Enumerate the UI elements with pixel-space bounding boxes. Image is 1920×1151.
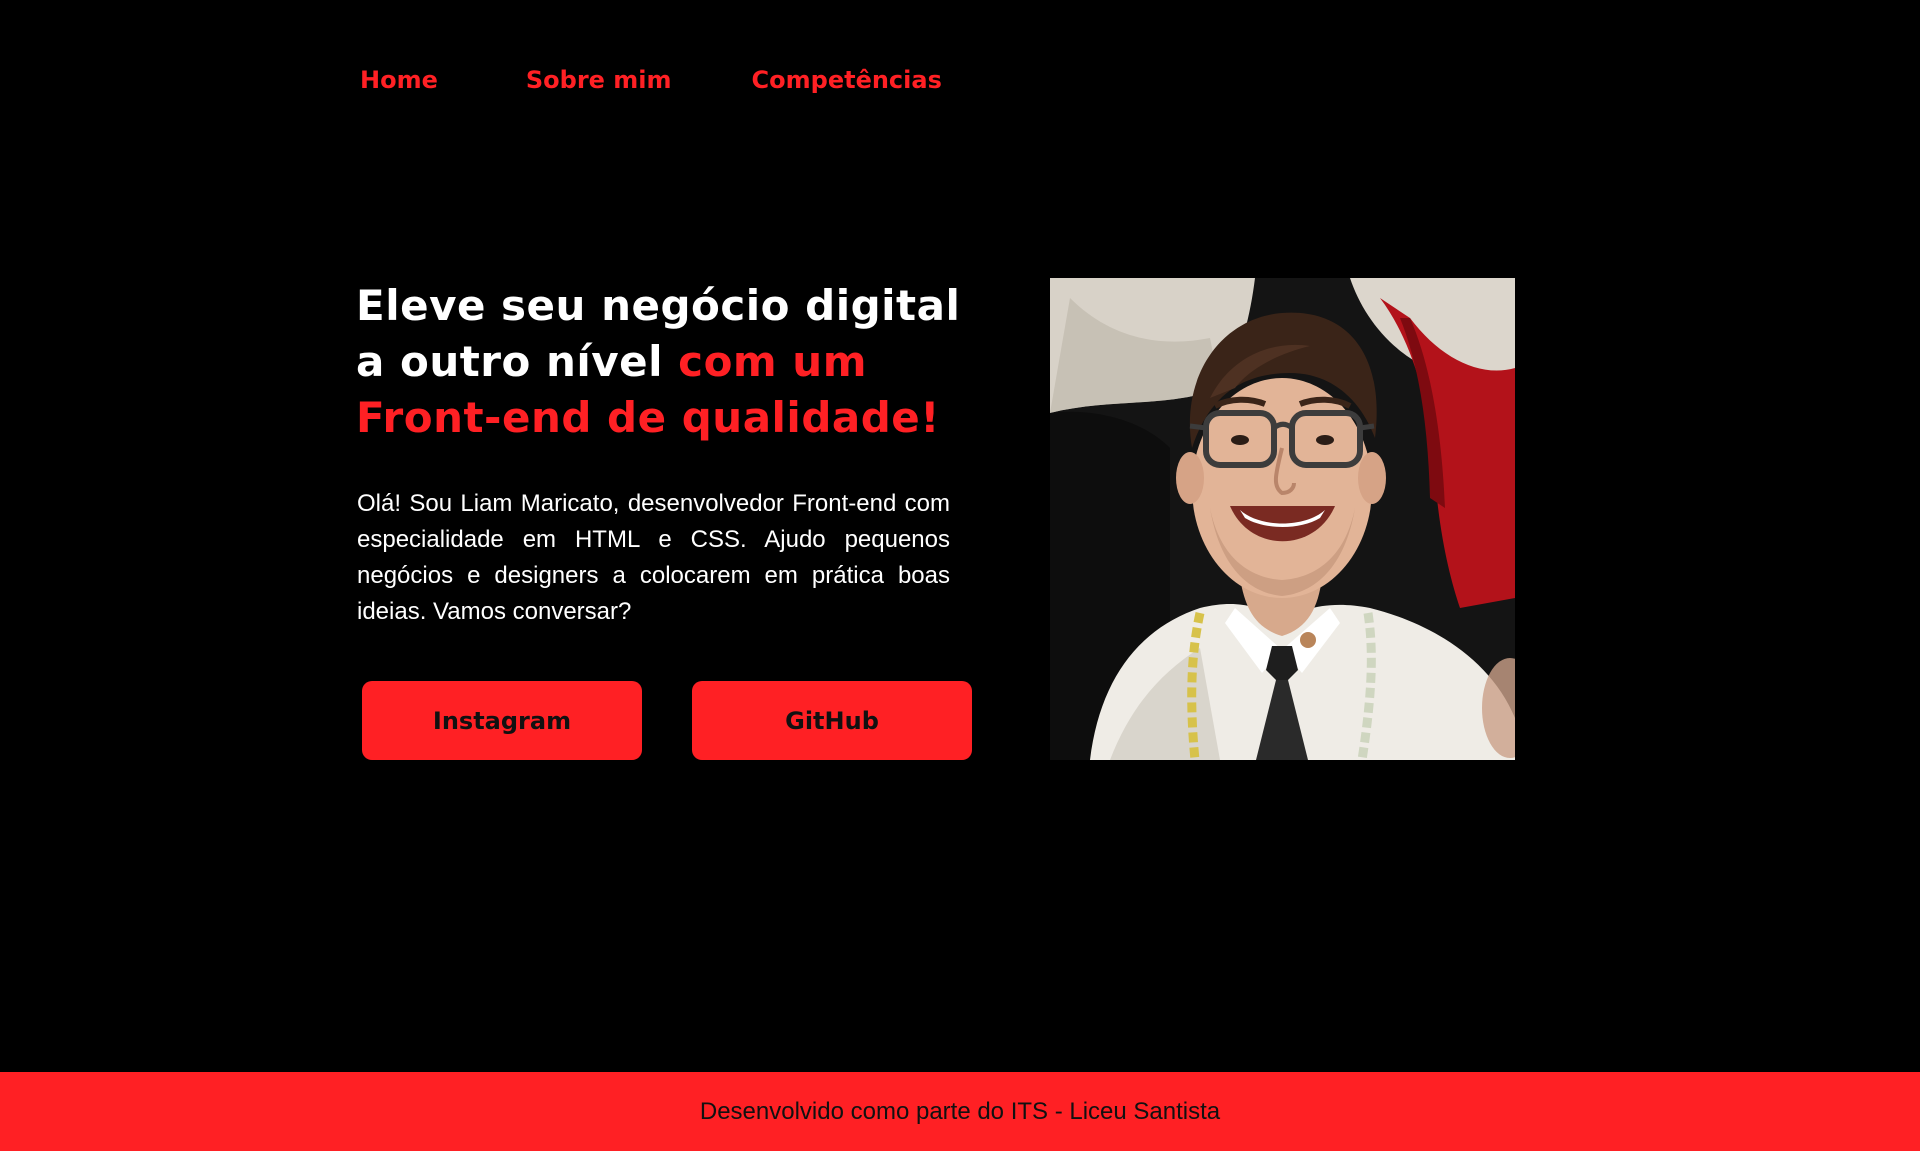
hero-title-accent-1: com um xyxy=(678,337,867,386)
hero-title-accent-2: Front-end de qualidade! xyxy=(356,393,940,442)
footer-text: Desenvolvido como parte do ITS - Liceu S… xyxy=(699,1097,1221,1125)
github-button[interactable]: GitHub xyxy=(692,681,972,760)
profile-photo xyxy=(1050,278,1515,760)
profile-photo-illustration xyxy=(1050,278,1515,760)
intro-paragraph: Olá! Sou Liam Maricato, desenvolvedor Fr… xyxy=(357,490,950,625)
nav-link-sobre-mim[interactable]: Sobre mim xyxy=(526,66,672,94)
hero-title: Eleve seu negócio digital a outro nível … xyxy=(356,278,976,446)
footer: Desenvolvido como parte do ITS - Liceu S… xyxy=(0,1072,1920,1151)
main-nav: Home Sobre mim Competências xyxy=(360,62,942,98)
hero-title-line2: a outro nível xyxy=(356,337,664,386)
hero-title-line1: Eleve seu negócio digital xyxy=(356,281,961,330)
instagram-button[interactable]: Instagram xyxy=(362,681,642,760)
nav-link-home[interactable]: Home xyxy=(360,66,438,94)
nav-link-competencias[interactable]: Competências xyxy=(752,66,942,94)
